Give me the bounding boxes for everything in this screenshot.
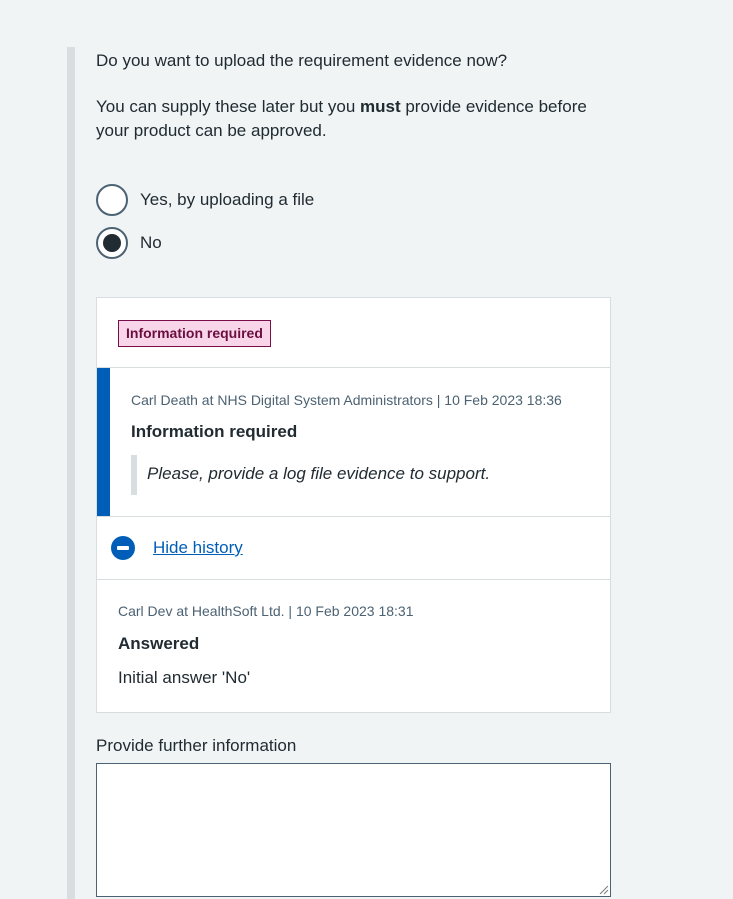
reviewer-comment: Please, provide a log file evidence to s… bbox=[131, 455, 490, 495]
radio-label-yes[interactable]: Yes, by uploading a file bbox=[140, 190, 314, 210]
radio-label-no[interactable]: No bbox=[140, 233, 162, 253]
history-entry-title: Answered bbox=[118, 634, 200, 653]
question-text: Do you want to upload the requirement ev… bbox=[96, 51, 508, 70]
minus-circle-icon[interactable] bbox=[111, 536, 135, 560]
radio-button-checked[interactable] bbox=[96, 227, 128, 259]
review-history-card: Information required Carl Death at NHS D… bbox=[96, 297, 611, 713]
resize-handle-icon[interactable] bbox=[599, 885, 609, 895]
question-hint: You can supply these later but you must … bbox=[96, 97, 587, 140]
hide-history-toggle[interactable]: Hide history bbox=[111, 536, 243, 560]
further-info-textarea[interactable] bbox=[96, 763, 611, 897]
divider bbox=[97, 579, 610, 580]
radio-button-unchecked[interactable] bbox=[96, 184, 128, 216]
hint-emphasis: must bbox=[360, 97, 401, 116]
radio-yes-upload[interactable]: Yes, by uploading a file bbox=[96, 184, 314, 216]
entry-meta: Carl Death at NHS Digital System Adminis… bbox=[131, 392, 562, 408]
inset-border bbox=[67, 47, 75, 899]
history-entry-body: Initial answer 'No' bbox=[118, 668, 251, 687]
hide-history-link[interactable]: Hide history bbox=[153, 538, 243, 558]
divider bbox=[97, 516, 610, 517]
latest-review-entry: Carl Death at NHS Digital System Adminis… bbox=[97, 368, 610, 516]
radio-no[interactable]: No bbox=[96, 227, 162, 259]
radio-selected-dot bbox=[103, 234, 121, 252]
status-badge: Information required bbox=[118, 320, 271, 347]
history-entry-meta: Carl Dev at HealthSoft Ltd. | 10 Feb 202… bbox=[118, 603, 414, 619]
further-info-label: Provide further information bbox=[96, 736, 297, 755]
entry-title: Information required bbox=[131, 422, 298, 441]
